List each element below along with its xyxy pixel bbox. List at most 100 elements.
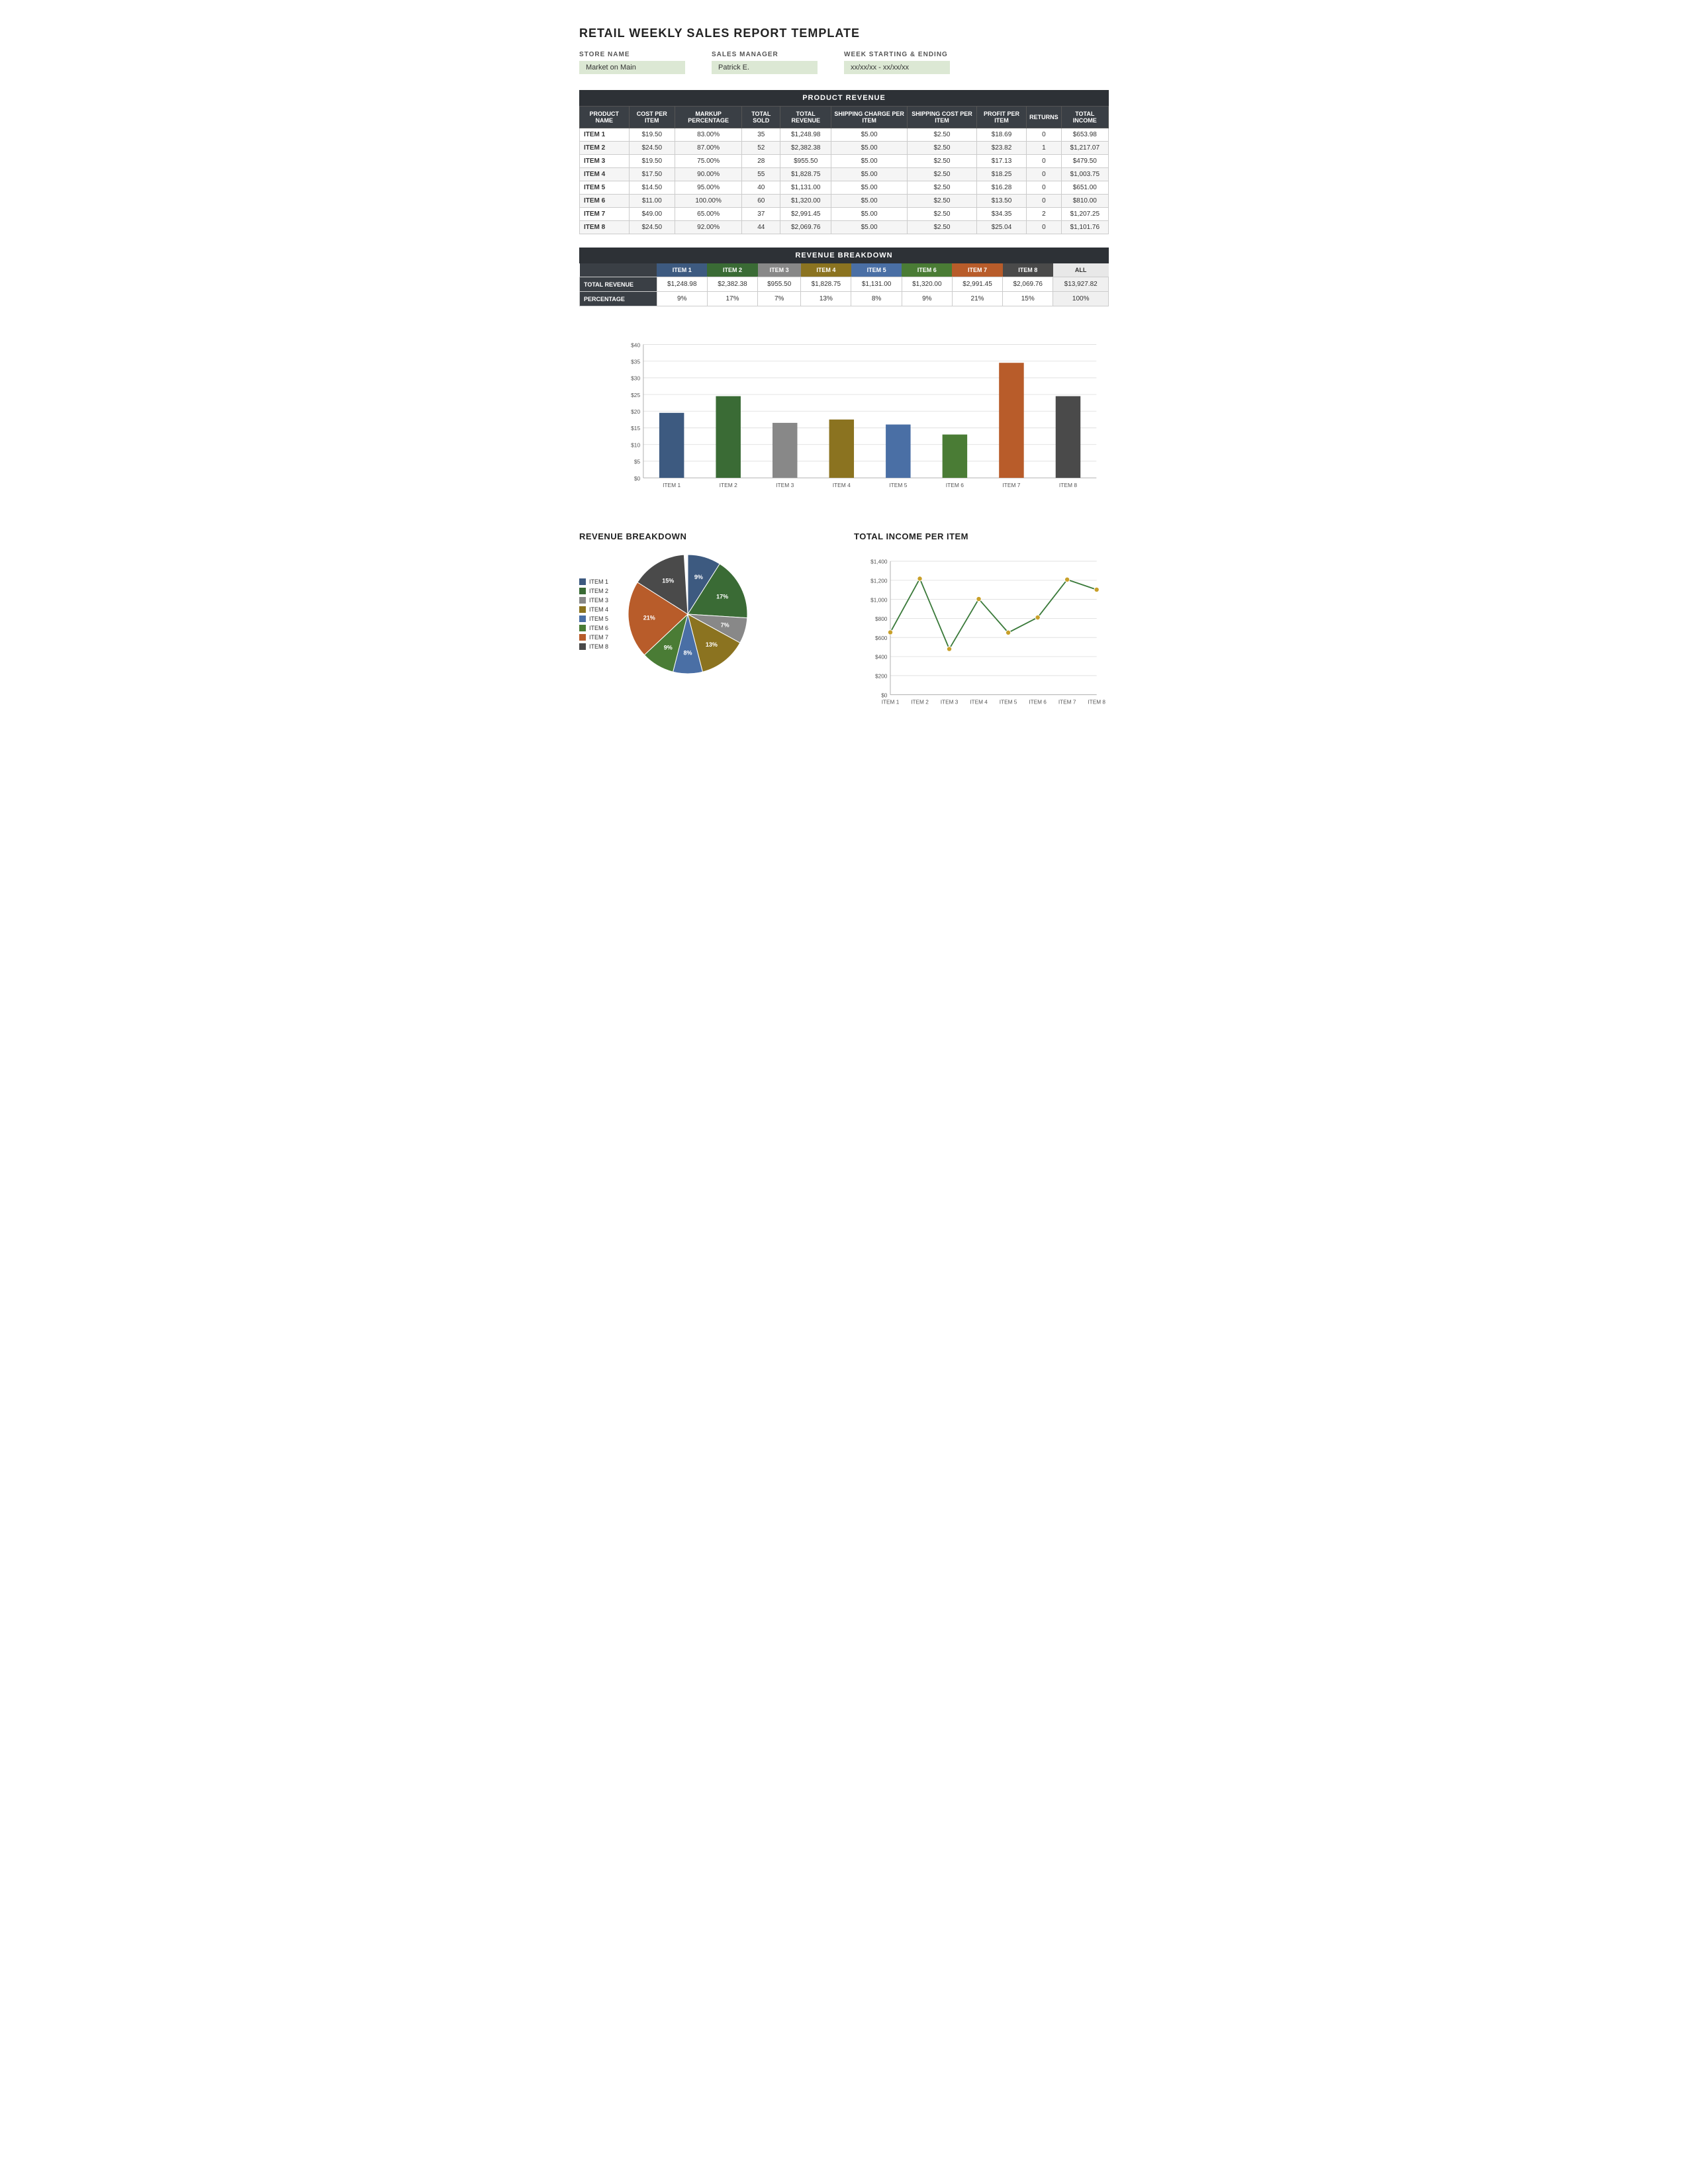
line-chart-section: TOTAL INCOME PER ITEM $0$200$400$600$800…: [854, 531, 1109, 722]
table-cell: $34.35: [976, 208, 1026, 221]
svg-text:$1,000: $1,000: [870, 597, 888, 603]
table-cell: $25.04: [976, 221, 1026, 234]
svg-text:ITEM 4: ITEM 4: [833, 482, 851, 488]
table-cell: 90.00%: [675, 168, 741, 181]
table-cell: PERCENTAGE: [580, 292, 657, 306]
table-cell: $2.50: [908, 128, 977, 142]
table-cell: $2.50: [908, 155, 977, 168]
table-cell: 65.00%: [675, 208, 741, 221]
table-cell: 15%: [1003, 292, 1053, 306]
product-table-header: PRODUCT NAMECOST PER ITEMMARKUP PERCENTA…: [580, 107, 1109, 128]
svg-text:ITEM 2: ITEM 2: [911, 699, 929, 705]
svg-text:8%: 8%: [684, 650, 692, 657]
product-col-header: RETURNS: [1027, 107, 1062, 128]
week-label: WEEK STARTING & ENDING: [844, 51, 950, 58]
table-cell: ITEM 4: [580, 168, 630, 181]
legend-color: [579, 588, 586, 594]
legend-color: [579, 578, 586, 585]
table-cell: 52: [742, 142, 780, 155]
legend-label: ITEM 8: [589, 643, 608, 650]
table-cell: $2.50: [908, 208, 977, 221]
table-cell: 0: [1027, 221, 1062, 234]
breakdown-col-header: ITEM 1: [657, 263, 707, 277]
table-cell: $2,991.45: [780, 208, 831, 221]
table-cell: $2,382.38: [707, 277, 757, 292]
table-cell: $1,003.75: [1061, 168, 1108, 181]
svg-text:7%: 7%: [721, 621, 729, 628]
table-cell: $23.82: [976, 142, 1026, 155]
svg-text:$10: $10: [631, 441, 640, 448]
legend-label: ITEM 5: [589, 615, 608, 622]
svg-text:$20: $20: [631, 408, 640, 415]
table-cell: $2,991.45: [952, 277, 1002, 292]
breakdown-col-header: ALL: [1053, 263, 1109, 277]
table-cell: $1,207.25: [1061, 208, 1108, 221]
table-cell: $13,927.82: [1053, 277, 1109, 292]
manager-label: SALES MANAGER: [712, 51, 818, 58]
svg-text:ITEM 7: ITEM 7: [1002, 482, 1020, 488]
legend-label: ITEM 6: [589, 625, 608, 631]
svg-text:$25: $25: [631, 392, 640, 398]
table-cell: $2,069.76: [1003, 277, 1053, 292]
table-cell: $2.50: [908, 181, 977, 195]
table-cell: $2.50: [908, 195, 977, 208]
bar-chart-section: $0$5$10$15$20$25$30$35$40ITEM 1ITEM 2ITE…: [579, 326, 1109, 512]
svg-text:ITEM 5: ITEM 5: [889, 482, 907, 488]
manager-block: SALES MANAGER Patrick E.: [712, 51, 818, 74]
table-cell: 40: [742, 181, 780, 195]
svg-text:$1,200: $1,200: [870, 578, 888, 584]
product-col-header: COST PER ITEM: [629, 107, 675, 128]
table-cell: 13%: [801, 292, 851, 306]
legend-color: [579, 634, 586, 641]
revenue-breakdown-section: REVENUE BREAKDOWN ITEM 1ITEM 2ITEM 3ITEM…: [579, 248, 1109, 306]
table-cell: $1,131.00: [851, 277, 902, 292]
svg-text:ITEM 1: ITEM 1: [882, 699, 900, 705]
table-cell: ITEM 3: [580, 155, 630, 168]
table-cell: ITEM 1: [580, 128, 630, 142]
week-block: WEEK STARTING & ENDING xx/xx/xx - xx/xx/…: [844, 51, 950, 74]
table-cell: 8%: [851, 292, 902, 306]
table-cell: $19.50: [629, 128, 675, 142]
table-row: PERCENTAGE9%17%7%13%8%9%21%15%100%: [580, 292, 1109, 306]
table-cell: 0: [1027, 155, 1062, 168]
product-col-header: PROFIT PER ITEM: [976, 107, 1026, 128]
store-label: STORE NAME: [579, 51, 685, 58]
table-row: ITEM 7$49.0065.00%37$2,991.45$5.00$2.50$…: [580, 208, 1109, 221]
product-col-header: MARKUP PERCENTAGE: [675, 107, 741, 128]
product-revenue-table: PRODUCT NAMECOST PER ITEMMARKUP PERCENTA…: [579, 106, 1109, 234]
table-cell: $2,069.76: [780, 221, 831, 234]
table-cell: $1,248.98: [657, 277, 707, 292]
table-cell: $5.00: [831, 181, 908, 195]
store-block: STORE NAME Market on Main: [579, 51, 685, 74]
table-cell: $18.69: [976, 128, 1026, 142]
table-cell: $49.00: [629, 208, 675, 221]
pie-chart-section: REVENUE BREAKDOWN ITEM 1ITEM 2ITEM 3ITEM…: [579, 531, 834, 722]
table-row: ITEM 2$24.5087.00%52$2,382.38$5.00$2.50$…: [580, 142, 1109, 155]
table-cell: TOTAL REVENUE: [580, 277, 657, 292]
table-cell: $24.50: [629, 221, 675, 234]
table-cell: 44: [742, 221, 780, 234]
svg-text:ITEM 6: ITEM 6: [946, 482, 964, 488]
table-cell: $1,828.75: [780, 168, 831, 181]
table-cell: ITEM 8: [580, 221, 630, 234]
table-cell: 75.00%: [675, 155, 741, 168]
table-cell: $1,101.76: [1061, 221, 1108, 234]
svg-text:$15: $15: [631, 425, 640, 432]
bottom-charts: REVENUE BREAKDOWN ITEM 1ITEM 2ITEM 3ITEM…: [579, 531, 1109, 722]
table-row: ITEM 3$19.5075.00%28$955.50$5.00$2.50$17…: [580, 155, 1109, 168]
svg-text:9%: 9%: [694, 574, 703, 580]
svg-text:ITEM 5: ITEM 5: [1000, 699, 1017, 705]
table-cell: $1,131.00: [780, 181, 831, 195]
table-cell: 60: [742, 195, 780, 208]
svg-text:ITEM 3: ITEM 3: [941, 699, 959, 705]
legend-color: [579, 606, 586, 613]
breakdown-col-header: ITEM 8: [1003, 263, 1053, 277]
table-cell: 37: [742, 208, 780, 221]
meta-section: STORE NAME Market on Main SALES MANAGER …: [579, 51, 1109, 74]
product-col-header: PRODUCT NAME: [580, 107, 630, 128]
legend-item: ITEM 4: [579, 606, 608, 613]
svg-text:$0: $0: [634, 475, 641, 482]
svg-text:ITEM 4: ITEM 4: [970, 699, 988, 705]
legend-color: [579, 625, 586, 631]
table-cell: $13.50: [976, 195, 1026, 208]
